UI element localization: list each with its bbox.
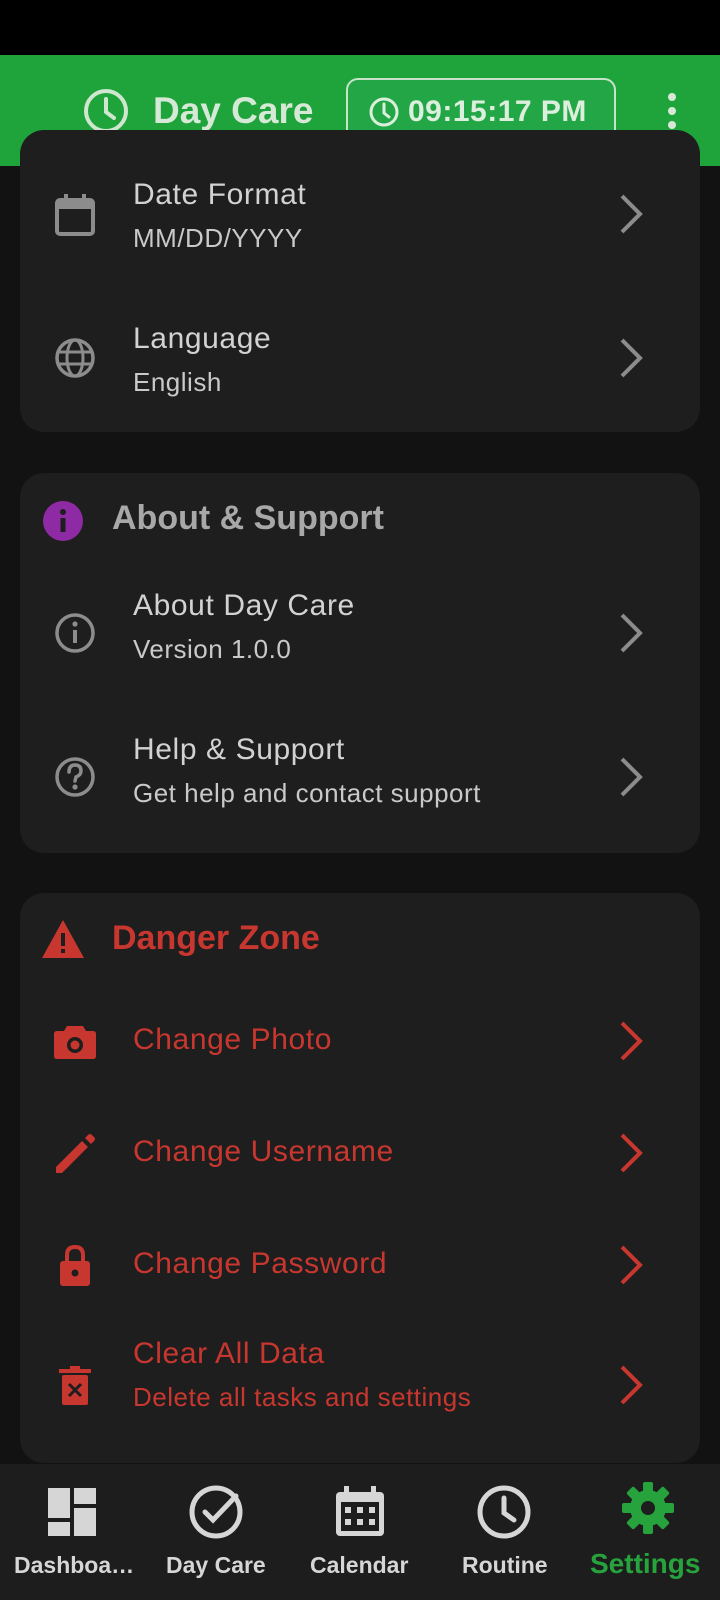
change-username-label: Change Username [133,1135,394,1168]
danger-zone-title: Danger Zone [112,919,320,957]
more-vert-icon[interactable] [660,91,684,131]
camera-icon [54,1026,96,1059]
help-description: Get help and contact support [133,778,481,808]
clock-icon [84,89,128,133]
status-bar [0,0,720,55]
date-format-label: Date Format [133,178,307,211]
chevron-right-icon [620,194,643,234]
chevron-right-icon [620,338,643,378]
clock-icon [477,1485,531,1539]
calendar-icon [336,1486,384,1536]
help-row[interactable]: Help & Support Get help and contact supp… [20,717,700,853]
bottom-navigation: Dashboa… Day Care Calendar Routine Setti… [0,1464,720,1600]
about-label: About Day Care [133,589,355,622]
nav-routine-label: Routine [462,1552,548,1578]
change-password-row[interactable]: Change Password [20,1209,700,1321]
nav-calendar-label: Calendar [310,1552,409,1578]
language-value: English [133,367,222,397]
about-row[interactable]: About Day Care Version 1.0.0 [20,573,700,717]
language-label: Language [133,322,272,355]
nav-day-care[interactable]: Day Care [144,1464,288,1600]
lock-icon [60,1244,90,1286]
about-support-title: About & Support [112,499,384,537]
check-circle-icon [189,1485,243,1539]
app-title: Day Care [153,90,314,131]
about-version: Version 1.0.0 [133,634,292,664]
nav-dashboard-label: Dashboa… [14,1552,135,1578]
calendar-icon [55,194,95,236]
nav-dashboard[interactable]: Dashboa… [0,1464,144,1600]
clear-data-row[interactable]: Clear All Data Delete all tasks and sett… [20,1321,700,1463]
date-format-row[interactable]: Date Format MM/DD/YYYY [20,170,700,310]
nav-calendar[interactable]: Calendar [288,1464,432,1600]
change-password-label: Change Password [133,1247,388,1280]
warning-icon [42,920,84,958]
chevron-right-icon [620,1365,643,1405]
gear-icon [622,1482,674,1534]
nav-routine[interactable]: Routine [432,1464,576,1600]
chevron-right-icon [620,757,643,797]
chevron-right-icon [620,1245,643,1285]
help-icon [55,757,95,797]
danger-zone-card: Danger Zone Change Photo Change Username… [20,893,700,1463]
chevron-right-icon [620,1133,643,1173]
chevron-right-icon [620,1021,643,1061]
clock-icon [369,97,399,127]
language-row[interactable]: Language English [20,310,700,432]
info-outline-icon [55,613,95,653]
dashboard-icon [48,1488,96,1536]
pencil-icon [56,1134,95,1173]
change-username-row[interactable]: Change Username [20,1097,700,1209]
nav-settings-label: Settings [590,1548,701,1579]
about-support-card: About & Support About Day Care Version 1… [20,473,700,853]
chevron-right-icon [620,613,643,653]
help-label: Help & Support [133,733,345,766]
current-time: 09:15:17 PM [408,95,587,128]
info-filled-icon [43,501,83,541]
date-format-value: MM/DD/YYYY [133,223,303,253]
globe-icon [55,338,95,378]
nav-settings[interactable]: Settings [576,1464,720,1600]
clear-data-description: Delete all tasks and settings [133,1382,472,1412]
clear-data-label: Clear All Data [133,1337,325,1370]
change-photo-label: Change Photo [133,1023,333,1056]
nav-day-care-label: Day Care [166,1552,266,1578]
general-settings-card: Date Format MM/DD/YYYY Language English [20,130,700,432]
change-photo-row[interactable]: Change Photo [20,985,700,1097]
delete-icon [59,1366,91,1405]
